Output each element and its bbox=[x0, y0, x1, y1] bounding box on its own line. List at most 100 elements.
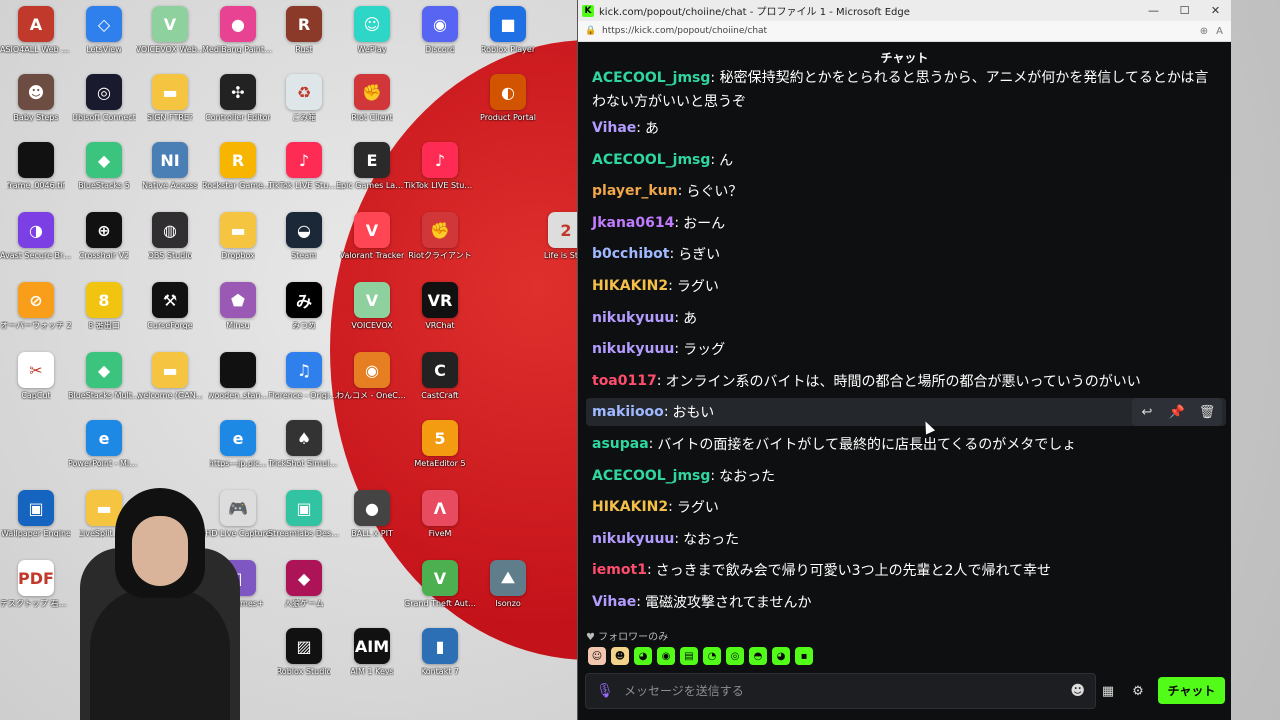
chat-username[interactable]: Jkana0614 bbox=[592, 215, 674, 231]
chat-message[interactable]: Jkana0614: おーん bbox=[586, 209, 1226, 237]
shop-icon[interactable]: ▦ bbox=[1098, 681, 1118, 701]
desktop-icon[interactable]: 8 8 番出口 bbox=[68, 282, 140, 330]
emote-icon[interactable]: ◕ bbox=[772, 647, 790, 665]
app-icon[interactable]: V bbox=[354, 212, 390, 248]
emote-icon[interactable]: ◔ bbox=[703, 647, 721, 665]
chat-message[interactable]: nikukyuuu: ラッグ bbox=[586, 335, 1226, 363]
chat-message[interactable]: player_kun: らぐい？ bbox=[586, 177, 1226, 205]
app-icon[interactable]: ▬ bbox=[152, 74, 188, 110]
desktop-icon[interactable]: ▬ Dropbox bbox=[202, 212, 274, 260]
chat-username[interactable]: nikukyuuu bbox=[592, 341, 674, 357]
chat-username[interactable]: ACECOOL_jmsg bbox=[592, 152, 710, 168]
read-aloud-icon[interactable]: A bbox=[1216, 26, 1223, 37]
chat-username[interactable]: Vihae bbox=[592, 594, 636, 610]
app-icon[interactable]: ▣ bbox=[18, 490, 54, 526]
app-icon[interactable]: NI bbox=[152, 142, 188, 178]
chat-message[interactable]: asupaa: バイトの面接をバイトがして最終的に店長出てくるのがメタでしょ bbox=[586, 430, 1226, 458]
app-icon[interactable]: ⬟ bbox=[220, 282, 256, 318]
desktop-icon[interactable]: Λ FiveM bbox=[404, 490, 476, 538]
trash-icon[interactable]: 🗑 bbox=[1192, 398, 1222, 426]
app-icon[interactable]: ✂ bbox=[18, 352, 54, 388]
emote-icon[interactable]: ▪ bbox=[795, 647, 813, 665]
app-icon[interactable]: V bbox=[354, 282, 390, 318]
app-icon[interactable]: PDF bbox=[18, 560, 54, 596]
chat-username[interactable]: ACECOOL_jmsg bbox=[592, 468, 710, 484]
lock-icon[interactable]: 🔒 bbox=[585, 26, 596, 36]
app-icon[interactable]: ✊ bbox=[422, 212, 458, 248]
desktop-icon[interactable]: ⛰ Isonzo bbox=[472, 560, 544, 608]
desktop-icon[interactable]: ◉ Discord bbox=[404, 6, 476, 54]
app-icon[interactable] bbox=[18, 142, 54, 178]
app-icon[interactable]: ▬ bbox=[152, 352, 188, 388]
chat-message[interactable]: nikukyuuu: なおった bbox=[586, 525, 1226, 553]
desktop-icon[interactable]: ♪ TikTok LIVE Studio bbox=[404, 142, 476, 190]
maximize-button[interactable]: ☐ bbox=[1169, 0, 1200, 21]
emote-icon[interactable]: ◕ bbox=[634, 647, 652, 665]
gear-icon[interactable]: ⚙ bbox=[1128, 681, 1148, 701]
microphone-icon[interactable]: 🎙 bbox=[596, 683, 614, 699]
app-icon[interactable]: ◉ bbox=[354, 352, 390, 388]
app-icon[interactable]: AIM bbox=[354, 628, 390, 664]
chat-username[interactable]: makiiooo bbox=[592, 404, 664, 420]
chat-message[interactable]: nikukyuuu: あ bbox=[586, 304, 1226, 332]
chat-username[interactable]: asupaa bbox=[592, 436, 649, 452]
desktop-icon[interactable]: R Rockstar Games Launcher bbox=[202, 142, 274, 190]
desktop-icon[interactable]: ◎ Ubisoft Connect bbox=[68, 74, 140, 122]
app-icon[interactable]: ✊ bbox=[354, 74, 390, 110]
desktop-icon[interactable]: みみつめ bbox=[268, 282, 340, 330]
app-icon[interactable]: ✣ bbox=[220, 74, 256, 110]
app-icon[interactable]: ◎ bbox=[86, 74, 122, 110]
app-icon[interactable]: み bbox=[286, 282, 322, 318]
app-icon[interactable] bbox=[220, 352, 256, 388]
desktop-icon[interactable]: ✣ Controller Editor bbox=[202, 74, 274, 122]
desktop-icon[interactable]: ◍ OBS Studio bbox=[134, 212, 206, 260]
chat-input-bar[interactable]: 🎙 ☻ bbox=[585, 673, 1096, 709]
app-icon[interactable]: ● bbox=[354, 490, 390, 526]
emote-icon[interactable]: ▤ bbox=[680, 647, 698, 665]
emote-icon[interactable]: ☻ bbox=[611, 647, 629, 665]
chat-username[interactable]: ACECOOL_jmsg bbox=[592, 70, 710, 86]
desktop-icon[interactable]: wooden_stan... bbox=[202, 352, 274, 400]
desktop-icon[interactable]: ✊ Riot Client bbox=[336, 74, 408, 122]
app-icon[interactable]: ◆ bbox=[86, 142, 122, 178]
app-icon[interactable]: ⊕ bbox=[86, 212, 122, 248]
app-icon[interactable]: ♫ bbox=[286, 352, 322, 388]
minimize-button[interactable]: — bbox=[1138, 0, 1169, 21]
chat-message[interactable]: ACECOOL_jmsg: ん bbox=[586, 146, 1226, 174]
chat-username[interactable]: HIKAKIN2 bbox=[592, 499, 668, 515]
desktop-icon[interactable]: ● BALL x PIT bbox=[336, 490, 408, 538]
chat-username[interactable]: b0cchibot bbox=[592, 246, 669, 262]
desktop-icon[interactable]: ✊ Riotクライアント bbox=[404, 212, 476, 260]
desktop-icon[interactable]: AIM AIM 1 Keys bbox=[336, 628, 408, 676]
desktop-icon[interactable]: ⊘ オーバーウォッチ 2 bbox=[0, 282, 72, 330]
desktop-icon[interactable]: NI Native Access bbox=[134, 142, 206, 190]
chat-username[interactable]: nikukyuuu bbox=[592, 310, 674, 326]
close-button[interactable]: ✕ bbox=[1200, 0, 1231, 21]
desktop-icon[interactable]: ◐ Product Portal bbox=[472, 74, 544, 122]
pin-icon[interactable]: 📌 bbox=[1162, 398, 1192, 426]
app-icon[interactable]: VR bbox=[422, 282, 458, 318]
chat-message-list[interactable]: ACECOOL_jmsg: 秘密保持契約とかをとられると思うから、アニメが何かを… bbox=[578, 62, 1230, 622]
reply-icon[interactable]: ↩ bbox=[1132, 398, 1162, 426]
desktop-icon[interactable]: A ASIO4ALL Web Site bbox=[0, 6, 72, 54]
desktop-icon[interactable]: ⚒ CurseForge bbox=[134, 282, 206, 330]
desktop-icon[interactable]: ◆ BlueStacks 5 bbox=[68, 142, 140, 190]
chat-message[interactable]: HIKAKIN2: ラグい bbox=[586, 493, 1226, 521]
emote-icon[interactable]: ◎ bbox=[726, 647, 744, 665]
app-icon[interactable]: e bbox=[220, 420, 256, 456]
app-icon[interactable]: ☻ bbox=[18, 74, 54, 110]
url-text[interactable]: https://kick.com/popout/choiine/chat bbox=[602, 26, 1192, 36]
desktop-icon[interactable]: ✂ CapCut bbox=[0, 352, 72, 400]
desktop-icon[interactable]: ◆ BlueStacks Multi-Instance bbox=[68, 352, 140, 400]
app-icon[interactable]: ◇ bbox=[86, 6, 122, 42]
app-icon[interactable]: ♪ bbox=[422, 142, 458, 178]
app-icon[interactable]: A bbox=[18, 6, 54, 42]
desktop-icon[interactable]: ◇ LetsView bbox=[68, 6, 140, 54]
desktop-icon[interactable]: V Valorant Tracker bbox=[336, 212, 408, 260]
desktop-icon[interactable]: ◑ Avast Secure Browser bbox=[0, 212, 72, 260]
desktop-icon[interactable]: ● MediBang Paint Pro bbox=[202, 6, 274, 54]
chat-username[interactable]: Vihae bbox=[592, 120, 636, 136]
app-icon[interactable]: ♠ bbox=[286, 420, 322, 456]
desktop-icon[interactable]: R Rust bbox=[268, 6, 340, 54]
app-icon[interactable]: ◐ bbox=[490, 74, 526, 110]
